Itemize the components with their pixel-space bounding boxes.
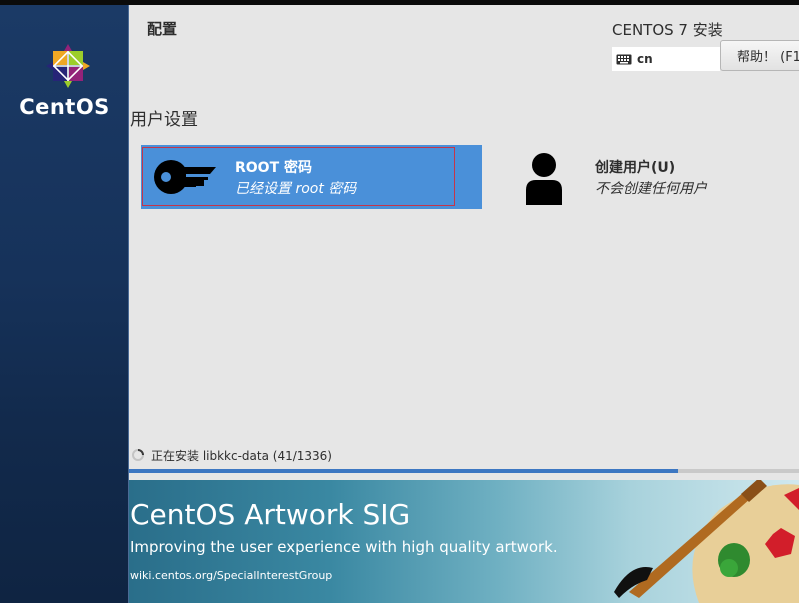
section-title: 配置 [147, 20, 178, 38]
progress-fill [129, 469, 679, 473]
key-icon [154, 160, 216, 194]
keyboard-layout-label: cn [637, 52, 653, 66]
paint-palette-icon [614, 480, 799, 603]
keyboard-icon [616, 54, 632, 64]
install-title: CENTOS 7 安装 [612, 21, 723, 39]
banner-url: wiki.centos.org/SpecialInterestGroup [130, 569, 333, 582]
root-password-spoke[interactable]: ROOT 密码 已经设置 root 密码 [141, 145, 482, 209]
banner-subtitle: Improving the user experience with high … [130, 538, 558, 556]
centos-logo-icon [46, 44, 90, 88]
artwork-banner: CentOS Artwork SIG Improving the user ex… [129, 480, 799, 603]
brand-name: CentOS [19, 95, 110, 119]
create-user-title: 创建用户(U) [595, 160, 676, 176]
progress-status: 正在安装 libkkc-data (41/1336) [151, 449, 332, 463]
progress-bar [129, 469, 799, 473]
root-password-status: 已经设置 root 密码 [235, 181, 357, 197]
help-button[interactable]: 帮助！ (F1) [720, 40, 799, 71]
banner-title: CentOS Artwork SIG [130, 498, 411, 531]
create-user-spoke[interactable]: 创建用户(U) 不会创建任何用户 [495, 145, 795, 209]
user-icon [526, 153, 562, 205]
spinner-icon [132, 449, 144, 461]
sidebar: CentOS [0, 5, 129, 603]
create-user-status: 不会创建任何用户 [595, 181, 707, 197]
root-password-title: ROOT 密码 [235, 160, 313, 176]
user-settings-heading: 用户设置 [130, 110, 198, 130]
keyboard-layout-indicator[interactable]: cn [612, 47, 720, 71]
